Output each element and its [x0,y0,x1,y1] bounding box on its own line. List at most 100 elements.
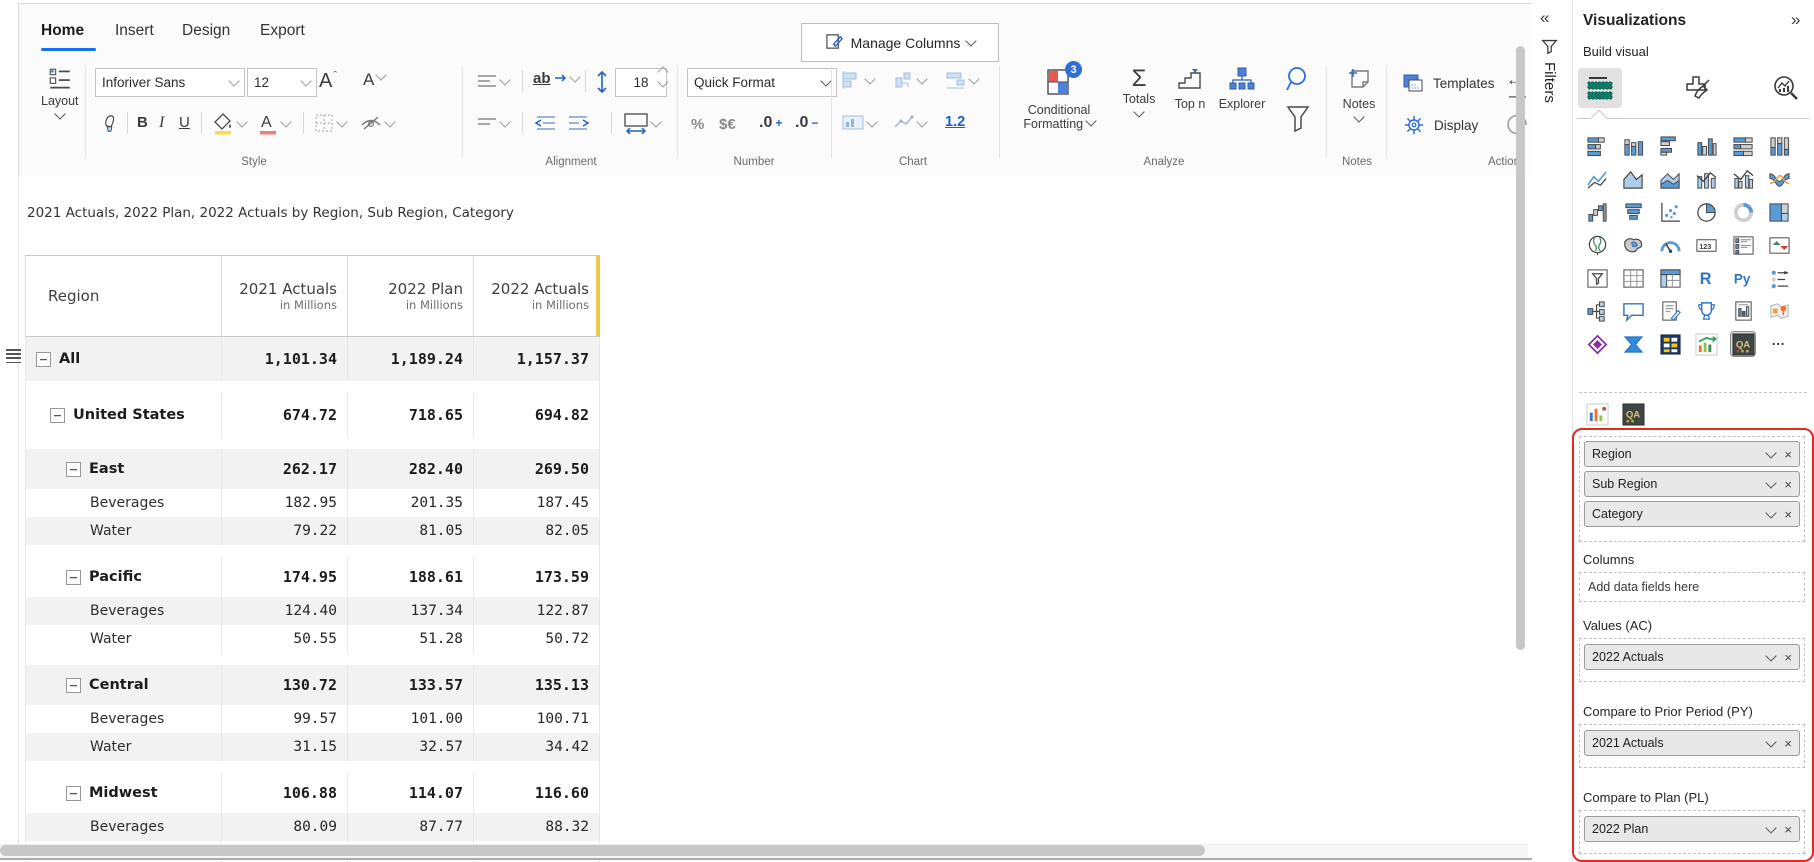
conditional-formatting-button[interactable]: 3 Conditional Formatting [1014,66,1104,131]
table-row-beverages[interactable]: Beverages182.95201.35187.45 [25,489,600,517]
tab-design[interactable]: Design [182,22,230,40]
format-painter-button[interactable] [99,112,121,136]
scatter-chart-icon[interactable] [1658,200,1682,224]
inforiver-matrix-icon[interactable] [1658,332,1682,356]
pill-dropdown-icon[interactable] [1766,822,1777,833]
value-cell[interactable]: 106.88 [222,773,348,813]
bold-button[interactable]: B [137,114,148,131]
value-cell[interactable]: 174.95 [222,557,348,597]
value-cell[interactable]: 100.71 [474,705,600,733]
map-icon[interactable] [1585,233,1609,257]
field-pill-region[interactable]: Region× [1584,441,1800,467]
value-cell[interactable]: 718.65 [348,393,474,437]
collapse-toggle-icon[interactable]: − [66,570,81,585]
totals-button[interactable]: Σ Totals [1111,66,1167,124]
funnel-chart-icon[interactable] [1622,200,1646,224]
donut-chart-icon[interactable] [1731,200,1755,224]
value-cell[interactable]: 81.05 [348,517,474,545]
italic-button[interactable]: I [159,114,164,132]
underline-button[interactable]: U [179,114,190,131]
columns-bucket[interactable]: Add data fields here [1579,572,1805,602]
increase-decimals-button[interactable]: .0+ [759,114,782,132]
wrap-text-button[interactable]: ab [533,70,579,87]
collapse-toggle-icon[interactable]: − [66,462,81,477]
value-cell[interactable]: 114.07 [348,773,474,813]
column-header-2021-actuals[interactable]: 2021 Actuals in Millions [222,256,348,336]
filter-button[interactable] [1285,104,1311,139]
table-row-water[interactable]: Water79.2281.0582.05 [25,517,600,545]
filled-map-icon[interactable] [1622,233,1646,257]
table-icon[interactable] [1622,266,1646,290]
power-automate-icon[interactable] [1622,332,1646,356]
font-size-combobox[interactable]: 12 [247,68,317,97]
pill-remove-icon[interactable]: × [1784,447,1792,462]
percent-format-button[interactable]: % [691,116,704,133]
collapse-toggle-icon[interactable]: − [66,786,81,801]
row-height-stepper[interactable] [659,68,667,89]
multi-row-card-icon[interactable] [1731,233,1755,257]
value-cell[interactable]: 188.61 [348,557,474,597]
table-row-east[interactable]: −East262.17282.40269.50 [25,449,600,489]
currency-format-button[interactable]: $€ [719,116,736,133]
tab-insert[interactable]: Insert [115,22,154,40]
bar-chart-dropdown[interactable] [841,70,874,90]
value-cell[interactable]: 50.72 [474,625,600,653]
quick-format-dropdown[interactable]: Quick Format [687,68,837,97]
display-button[interactable]: Display [1403,114,1478,136]
collapse-toggle-icon[interactable]: − [50,408,65,423]
value-cell[interactable]: 116.60 [474,773,600,813]
growth-chart-visual-icon[interactable] [1695,332,1719,356]
treemap-icon[interactable] [1768,200,1792,224]
pill-remove-icon[interactable]: × [1784,477,1792,492]
value-cell[interactable]: 32.57 [348,733,474,761]
card-icon[interactable]: 123 [1695,233,1719,257]
value-cell[interactable]: 79.22 [222,517,348,545]
manage-columns-button[interactable]: Manage Columns [801,23,999,62]
pill-dropdown-icon[interactable] [1766,447,1777,458]
field-pill-2022-actuals[interactable]: 2022 Actuals× [1584,644,1800,670]
top-n-button[interactable]: Top n [1165,66,1215,111]
filters-pane-label[interactable]: Filters [1541,62,1558,103]
font-name-combobox[interactable]: Inforiver Sans [95,68,245,97]
stacked-area-chart-icon[interactable] [1658,167,1682,191]
area-chart-icon[interactable] [1622,167,1646,191]
field-pill-2022-plan[interactable]: 2022 Plan× [1584,816,1800,842]
value-cell[interactable]: 1,101.34 [222,337,348,381]
value-cell[interactable]: 122.87 [474,597,600,625]
value-cell[interactable]: 201.35 [348,489,474,517]
pill-remove-icon[interactable]: × [1784,507,1792,522]
layout-button[interactable]: Layout [41,66,79,121]
tab-analytics[interactable] [1771,74,1801,109]
tab-export[interactable]: Export [260,22,305,40]
hide-values-button[interactable] [359,112,394,134]
value-cell[interactable]: 88.32 [474,813,600,841]
table-row-beverages[interactable]: Beverages99.57101.00100.71 [25,705,600,733]
mini-charts-visual-icon[interactable] [1585,402,1609,426]
value-cell[interactable]: 173.59 [474,557,600,597]
value-cell[interactable]: 99.57 [222,705,348,733]
value-cell[interactable]: 1,157.37 [474,337,600,381]
slicer-icon[interactable] [1585,266,1609,290]
cell-chart-button[interactable] [841,114,876,132]
field-pill-2021-actuals[interactable]: 2021 Actuals× [1584,730,1800,756]
value-cell[interactable]: 137.34 [348,597,474,625]
matrix-icon[interactable] [1658,266,1682,290]
clustered-bar-chart-icon[interactable] [1658,134,1682,158]
decrease-indent-button[interactable] [533,114,557,132]
collapse-pane-icon[interactable]: » [1791,10,1800,30]
waterfall-chart-icon[interactable] [1585,200,1609,224]
power-apps-icon[interactable] [1585,332,1609,356]
collapse-toggle-icon[interactable]: − [66,678,81,693]
value-cell[interactable]: 674.72 [222,393,348,437]
smart-narrative-icon[interactable] [1658,299,1682,323]
table-row-united-states[interactable]: −United States674.72718.65694.82 [25,393,600,437]
vertical-align-button[interactable] [476,116,509,130]
row-drag-handle-icon[interactable] [6,349,21,362]
stacked-column-chart-icon[interactable] [1622,134,1646,158]
value-cell[interactable]: 124.40 [222,597,348,625]
pill-remove-icon[interactable]: × [1784,736,1792,751]
arcgis-map-icon[interactable] [1768,299,1792,323]
qa-analytics-visual-2-icon[interactable]: QA [1622,402,1646,426]
value-cell[interactable]: 262.17 [222,449,348,489]
sparkline-button[interactable] [893,114,926,132]
